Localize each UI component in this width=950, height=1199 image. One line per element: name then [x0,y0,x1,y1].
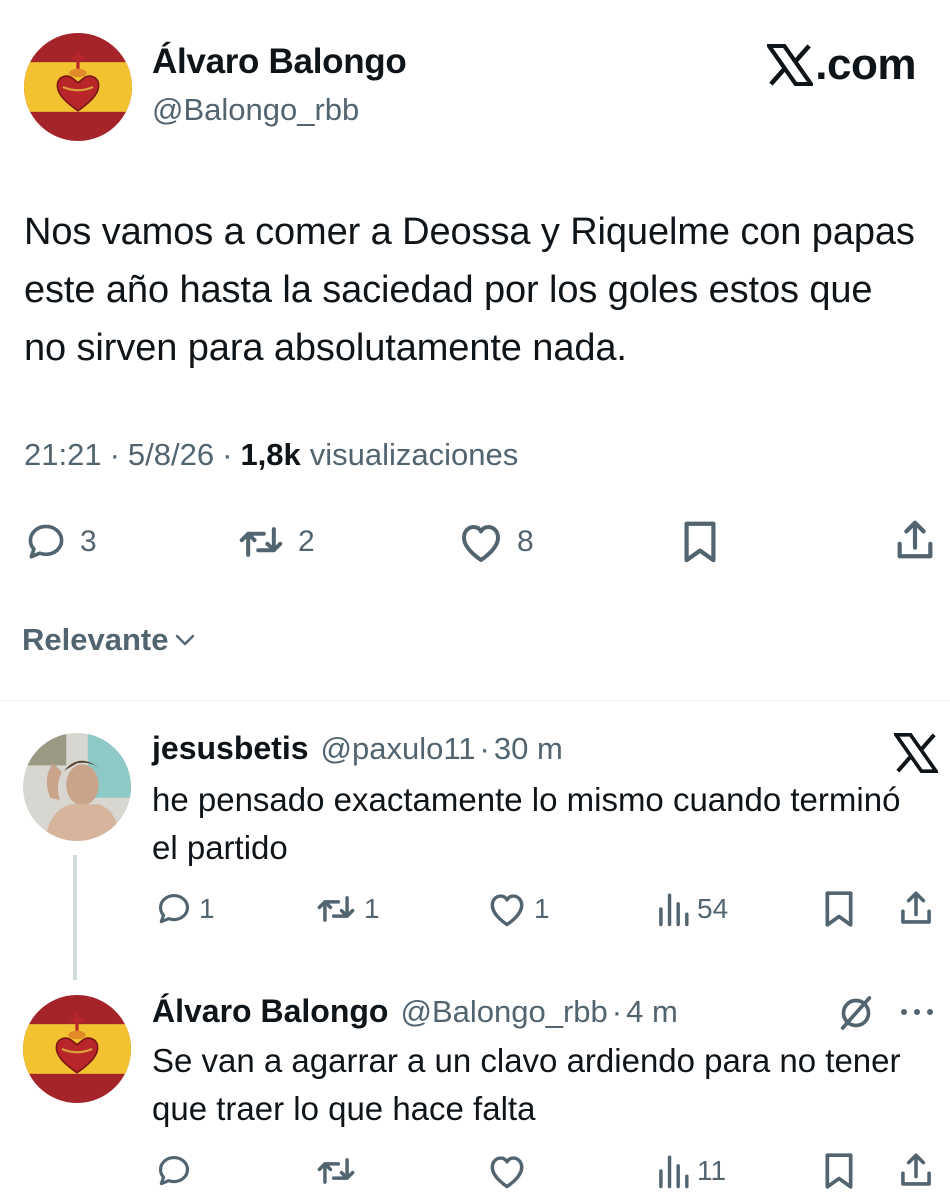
views-count: 54 [697,893,729,924]
more-icon[interactable] [897,1006,937,1018]
views-count: 1,8k [240,437,301,472]
author-avatar[interactable] [24,33,132,141]
share-icon [901,891,931,924]
reply-button[interactable]: 3 [24,520,97,564]
repost-icon [317,1158,355,1184]
views-button[interactable]: 11 [655,1152,726,1190]
reply-text: he pensado exactamente lo mismo cuando t… [152,781,901,866]
divider [0,700,950,701]
repost-icon [317,896,355,922]
reply-icon [158,1155,190,1186]
x-logo-icon [767,44,814,86]
views-button[interactable]: 54 [655,890,728,928]
author-avatar[interactable] [23,995,131,1103]
author-handle[interactable]: @Balongo_rbb [152,92,359,128]
repost-button[interactable]: 2 [236,520,315,564]
heart-icon [490,894,524,927]
meta-separator: · [109,437,120,472]
reply-author-name[interactable]: jesusbetis [152,730,309,767]
post-text: Nos vamos a comer a Deossa y Riquelme co… [24,211,915,369]
sacred-heart-flag-icon [23,995,131,1103]
repost-button[interactable] [314,1152,358,1190]
reply-author-handle[interactable]: @Balongo_rbb [400,994,607,1030]
bookmark-icon [825,891,853,927]
share-button[interactable] [898,888,934,928]
repost-button[interactable]: 1 [314,890,380,928]
sacred-heart-flag-icon [24,33,132,141]
reply-author-name[interactable]: Álvaro Balongo [152,993,388,1030]
brand-text: .com [815,40,916,89]
reply-text: Se van a agarrar a un clavo ardiendo par… [152,1042,901,1127]
sort-dropdown[interactable]: Relevante [22,622,196,658]
like-button[interactable] [486,1152,528,1190]
meta-separator: · [222,437,233,472]
like-count: 8 [517,525,534,558]
reply-time[interactable]: 30 m [494,731,563,767]
repost-icon [239,527,283,557]
reply-icon [158,893,190,924]
sort-label: Relevante [22,622,169,657]
reply-button[interactable] [155,1152,193,1190]
meta-separator: · [611,994,623,1029]
bookmark-button[interactable] [822,1151,856,1191]
reply-button[interactable]: 1 [155,890,215,928]
bookmark-icon [825,1153,853,1189]
post-date[interactable]: 5/8/26 [128,437,214,473]
author-name[interactable]: Álvaro Balongo [152,42,407,82]
like-count: 1 [534,893,550,924]
share-button[interactable] [893,517,937,563]
views-count: 11 [697,1155,727,1186]
reply-header: Álvaro Balongo @Balongo_rbb · 4 m [152,993,678,1030]
views-label: visualizaciones [309,437,519,472]
bookmark-button[interactable] [822,889,856,929]
chevron-down-icon [176,634,195,646]
reply-avatar[interactable] [23,733,131,841]
reply-count: 1 [199,893,215,924]
like-button[interactable]: 8 [457,520,534,564]
post-time[interactable]: 21:21 [24,437,102,473]
views-icon [659,893,689,927]
reply-count: 3 [80,525,97,558]
heart-icon [490,1156,524,1189]
reply-time[interactable]: 4 m [626,994,678,1030]
bookmark-icon [684,521,716,563]
share-icon [897,520,933,559]
reply-author-handle[interactable]: @paxulo11 [321,731,476,767]
like-button[interactable]: 1 [486,890,550,928]
user-photo-icon [23,733,131,841]
heart-icon [462,525,500,562]
post-meta: 21:21 · 5/8/26 · 1,8k visualizaciones [24,437,518,473]
meta-separator: · [479,731,490,766]
x-com-brand: .com [767,40,916,90]
repost-count: 2 [298,525,315,558]
share-icon [901,1153,931,1186]
reply-header: jesusbetis @paxulo11 · 30 m [152,730,563,767]
thread-line [73,855,77,980]
repost-count: 1 [364,893,380,924]
bookmark-button[interactable] [680,519,720,565]
x-logo-icon[interactable] [894,733,938,773]
mute-icon[interactable] [836,993,876,1033]
share-button[interactable] [898,1150,934,1190]
views-icon [659,1155,689,1189]
reply-icon [28,524,64,559]
